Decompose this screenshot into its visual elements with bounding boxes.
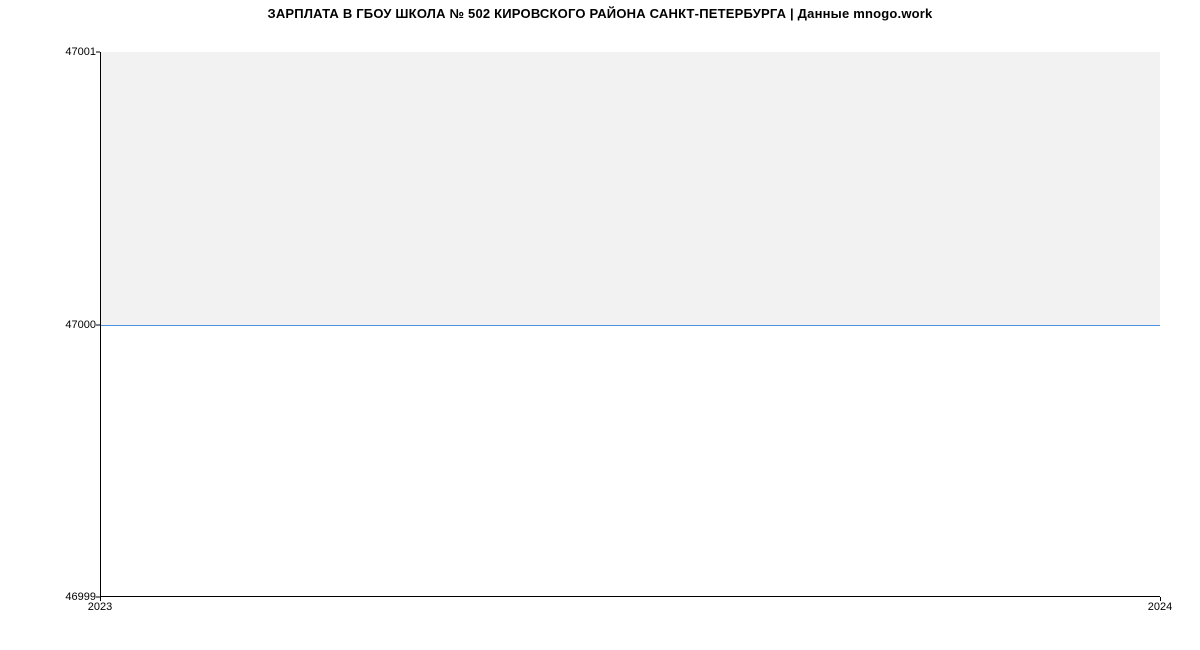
plot-area [100, 52, 1160, 597]
x-tick-mark [1160, 597, 1161, 601]
y-tick-label: 46999 [0, 591, 96, 603]
data-line [101, 325, 1160, 326]
x-tick-mark [100, 597, 101, 601]
area-fill [101, 52, 1160, 325]
y-tick-label: 47000 [0, 319, 96, 331]
x-tick-label: 2024 [1148, 601, 1172, 613]
y-tick-mark [96, 52, 100, 53]
chart-title: ЗАРПЛАТА В ГБОУ ШКОЛА № 502 КИРОВСКОГО Р… [0, 0, 1200, 21]
y-tick-mark [96, 324, 100, 325]
x-tick-label: 2023 [88, 601, 112, 613]
salary-chart: ЗАРПЛАТА В ГБОУ ШКОЛА № 502 КИРОВСКОГО Р… [0, 0, 1200, 620]
y-tick-label: 47001 [0, 46, 96, 58]
